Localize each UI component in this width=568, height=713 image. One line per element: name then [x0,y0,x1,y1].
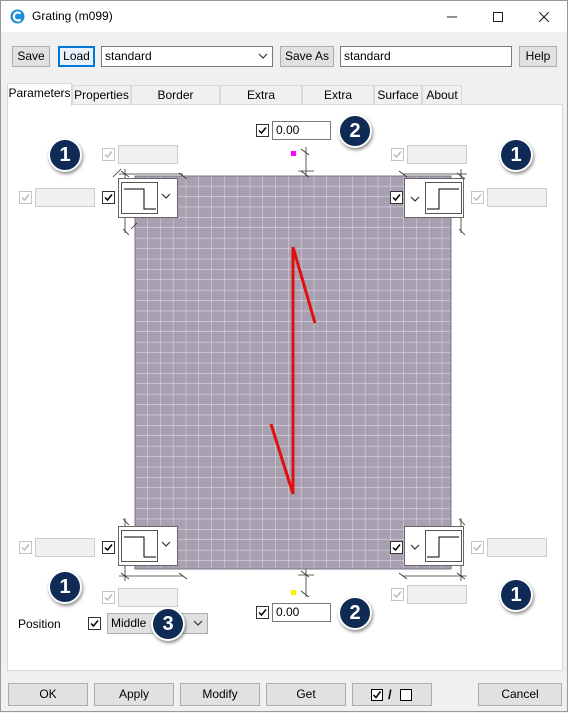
checked-box-icon [371,689,383,701]
position-label: Position [18,617,61,631]
bottom-offset-field[interactable]: 0.00 [272,603,331,622]
check-icon [21,544,30,552]
modify-button[interactable]: Modify [180,683,260,706]
bottom-left-vertical-checkbox[interactable] [102,591,115,604]
check-icon [90,620,99,628]
chevron-down-icon [161,193,171,199]
callout-badge-1: 1 [48,570,82,604]
top-right-horizontal-field [487,188,547,207]
check-icon [473,544,482,552]
check-icon [393,151,402,159]
corner-shape-preview [425,182,462,214]
check-icon [104,594,113,602]
corner-shape-preview [121,530,158,562]
top-left-corner-combo[interactable] [118,178,178,218]
check-icon [104,194,113,202]
callout-badge-1: 1 [499,138,533,172]
apply-button[interactable]: Apply [94,683,174,706]
corner-shape-preview [425,530,462,562]
empty-box-icon [400,689,412,701]
bottom-left-horizontal-field [35,538,95,557]
check-icon [393,591,402,599]
bottom-right-corner-checkbox[interactable] [390,541,403,554]
chevron-down-icon [410,544,420,550]
position-checkbox[interactable] [88,617,101,630]
bottom-left-vertical-field [118,588,178,607]
check-icon [473,194,482,202]
bottom-left-corner-checkbox[interactable] [102,541,115,554]
callout-badge-1: 1 [499,578,533,612]
top-left-vertical-checkbox[interactable] [102,148,115,161]
check-icon [258,127,267,135]
corner-notch-icon [124,536,156,558]
position-select-value: Middle [111,616,147,630]
bottom-right-horizontal-checkbox[interactable] [471,541,484,554]
toggle-separator: / [388,687,392,702]
check-icon [258,609,267,617]
check-icon [392,544,401,552]
cancel-button[interactable]: Cancel [478,683,562,706]
callout-badge-2: 2 [338,114,372,148]
top-right-corner-combo[interactable] [404,178,464,218]
corner-notch-icon [124,188,156,210]
top-right-horizontal-checkbox[interactable] [471,191,484,204]
top-right-corner-checkbox[interactable] [390,191,403,204]
callout-badge-3: 3 [151,607,185,641]
chevron-down-icon [410,196,420,202]
top-offset-field[interactable]: 0.00 [272,121,331,140]
top-edge-marker [291,151,296,156]
check-icon [104,544,113,552]
corner-notch-icon [427,188,459,210]
callout-badge-1: 1 [48,138,82,172]
bottom-left-horizontal-checkbox[interactable] [19,541,32,554]
bottom-right-vertical-field [407,585,467,604]
bottom-left-corner-combo[interactable] [118,526,178,566]
top-left-horizontal-checkbox[interactable] [19,191,32,204]
bottom-right-corner-combo[interactable] [404,526,464,566]
top-left-corner-checkbox[interactable] [102,191,115,204]
ok-button[interactable]: OK [8,683,88,706]
bottom-offset-checkbox[interactable] [256,606,269,619]
callout-badge-2: 2 [338,596,372,630]
check-icon [104,151,113,159]
bottom-edge-marker [291,590,296,595]
top-left-horizontal-field [35,188,95,207]
top-right-vertical-field [407,145,467,164]
corner-notch-icon [427,536,459,558]
grating-dialog: Grating (m099) Save Load standard Save A… [0,0,568,712]
chevron-down-icon [161,541,171,547]
toggle-checkboxes-button[interactable]: / [352,683,432,706]
corner-shape-preview [121,182,158,214]
bottom-right-horizontal-field [487,538,547,557]
top-offset-checkbox[interactable] [256,124,269,137]
top-right-vertical-checkbox[interactable] [391,148,404,161]
bottom-right-vertical-checkbox[interactable] [391,588,404,601]
check-icon [392,194,401,202]
tab-parameters[interactable]: Parameters [7,83,72,106]
chevron-down-icon [193,620,203,626]
get-button[interactable]: Get [266,683,346,706]
check-icon [21,194,30,202]
top-left-vertical-field [118,145,178,164]
